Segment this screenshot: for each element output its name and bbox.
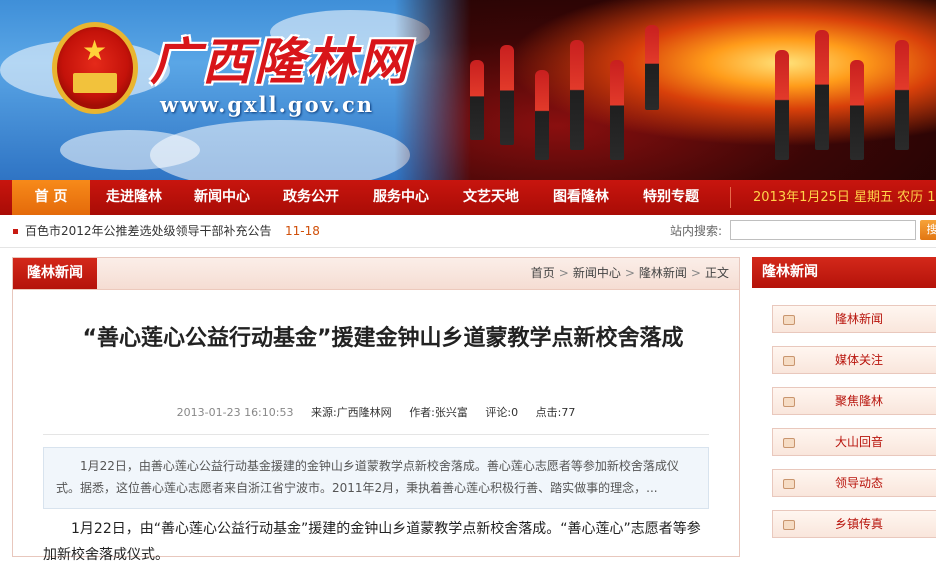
- article-panel-header: 隆林新闻 首页 > 新闻中心 > 隆林新闻 > 正文: [13, 258, 739, 290]
- dancer-figure: [470, 60, 484, 140]
- comments-label: 评论:: [485, 406, 512, 419]
- list-icon: [783, 315, 795, 325]
- nav-item-culture[interactable]: 文艺天地: [446, 180, 536, 215]
- article-panel: 隆林新闻 首页 > 新闻中心 > 隆林新闻 > 正文 “善心莲心公益行动基金”援建金钟山乡道…: [12, 257, 740, 563]
- nav-item-about[interactable]: 走进隆林: [90, 180, 178, 215]
- national-emblem-icon: ★: [52, 22, 138, 114]
- article-clicks: 点击:77: [536, 406, 576, 419]
- nav-item-news[interactable]: 新闻中心: [178, 180, 266, 215]
- dancer-figure: [895, 40, 909, 150]
- source-value: 广西隆林网: [336, 406, 392, 419]
- source-label: 来源:: [310, 406, 337, 419]
- nav-date: 2013年1月25日 星期五 农历 12月: [753, 190, 936, 205]
- dancer-figure: [815, 30, 829, 150]
- author-label: 作者:: [409, 406, 435, 419]
- sidebar-item-label: 乡镇传真: [835, 517, 884, 531]
- article-datetime: 2013-01-23 16:10:53: [176, 406, 294, 419]
- sidebar-item-label: 隆林新闻: [835, 312, 884, 326]
- section-title: 隆林新闻: [13, 258, 97, 289]
- bullet-icon: [13, 229, 18, 234]
- search-label: 站内搜索:: [670, 224, 723, 238]
- breadcrumb-news-center[interactable]: 新闻中心: [573, 266, 621, 280]
- sidebar-item-focus[interactable]: 聚焦隆林: [772, 387, 936, 415]
- nav-item-services[interactable]: 服务中心: [356, 180, 446, 215]
- clicks-value: 77: [561, 406, 576, 419]
- dancer-figure: [775, 50, 789, 160]
- list-icon: [783, 397, 795, 407]
- list-icon: [783, 520, 795, 530]
- nav-item-special[interactable]: 特别专题: [626, 180, 716, 215]
- article-title: “善心莲心公益行动基金”援建金钟山乡道蒙教学点新校舍落成: [82, 326, 684, 351]
- list-icon: [783, 479, 795, 489]
- nav-item-home[interactable]: 首 页: [12, 180, 90, 215]
- author-value: 张兴富: [434, 406, 468, 419]
- article-body: 1月22日，由“善心莲心公益行动基金”援建的金钟山乡道蒙教学点新校舍落成。“善心…: [43, 521, 701, 563]
- banner-cloud: [60, 130, 200, 170]
- site-url: www.gxll.gov.cn: [160, 92, 375, 117]
- nav-divider: [730, 187, 731, 208]
- header-banner: ★ 广西隆林网 www.gxll.gov.cn: [0, 0, 936, 180]
- sidebar-item-towns[interactable]: 乡镇传真: [772, 510, 936, 538]
- sidebar-item-label: 大山回音: [835, 435, 884, 449]
- article-summary: 1月22日，由善心莲心公益行动基金援建的金钟山乡道蒙教学点新校舍落成。善心莲心志…: [43, 447, 709, 509]
- dancer-figure: [850, 60, 864, 160]
- notice-date: 11-18: [285, 224, 320, 238]
- main-nav: 首 页 走进隆林 新闻中心 政务公开 服务中心 文艺天地 图看隆林 特别专题 2…: [0, 180, 936, 215]
- breadcrumb-separator: >: [690, 266, 701, 280]
- sidebar-item-label: 媒体关注: [835, 353, 884, 367]
- dancer-figure: [610, 60, 624, 160]
- sidebar-item-leaders[interactable]: 领导动态: [772, 469, 936, 497]
- article-author: 作者:张兴富: [409, 406, 468, 419]
- dancer-figure: [645, 25, 659, 110]
- comments-value: 0: [511, 406, 519, 419]
- breadcrumb: 首页 > 新闻中心 > 隆林新闻 > 正文: [531, 258, 729, 289]
- notice-link[interactable]: 百色市2012年公推差选处级领导干部补充公告: [25, 215, 272, 247]
- nav-item-gallery[interactable]: 图看隆林: [536, 180, 626, 215]
- site-title: 广西隆林网: [150, 32, 410, 91]
- sidebar-item-label: 聚焦隆林: [835, 394, 884, 408]
- sidebar-item-echo[interactable]: 大山回音: [772, 428, 936, 456]
- breadcrumb-current: 正文: [704, 266, 729, 280]
- sidebar-item-longlin-news[interactable]: 隆林新闻: [772, 305, 936, 333]
- clicks-label: 点击:: [535, 406, 562, 419]
- list-icon: [783, 438, 795, 448]
- sidebar-item-media[interactable]: 媒体关注: [772, 346, 936, 374]
- breadcrumb-separator: >: [624, 266, 635, 280]
- article-source: 来源:广西隆林网: [311, 406, 392, 419]
- breadcrumb-separator: >: [558, 266, 569, 280]
- dancer-figure: [570, 40, 584, 150]
- dancer-figure: [500, 45, 514, 145]
- dancer-figure: [535, 70, 549, 160]
- nav-item-government[interactable]: 政务公开: [266, 180, 356, 215]
- article-comments: 评论:0: [485, 406, 518, 419]
- breadcrumb-longlin-news[interactable]: 隆林新闻: [639, 266, 687, 280]
- article-meta: 2013-01-23 16:10:53 来源:广西隆林网 作者:张兴富 评论:0…: [13, 404, 739, 420]
- breadcrumb-home[interactable]: 首页: [531, 266, 555, 280]
- sidebar-title: 隆林新闻: [752, 257, 936, 288]
- search-input[interactable]: [730, 220, 916, 240]
- sidebar-item-label: 领导动态: [835, 476, 884, 490]
- sidebar: 隆林新闻 隆林新闻 媒体关注 聚焦隆林 大山回音 领导动态 乡镇传真: [752, 257, 936, 546]
- notice-bar: 百色市2012年公推差选处级领导干部补充公告 11-18 站内搜索: 搜: [0, 215, 936, 248]
- divider: [43, 434, 709, 435]
- search-button[interactable]: 搜: [920, 220, 936, 240]
- list-icon: [783, 356, 795, 366]
